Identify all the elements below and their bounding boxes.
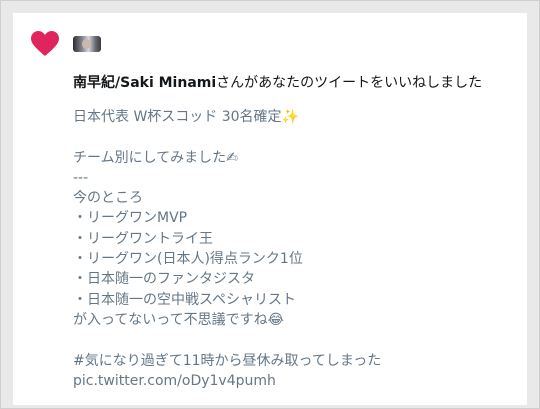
tweet-line-7: ・リーグワントライ王 (73, 230, 213, 247)
user-avatar[interactable] (73, 36, 101, 52)
avatar-face (82, 39, 91, 49)
notification-card[interactable]: 南早紀/Saki Minamiさんがあなたのツイートをいいねしました 日本代表 … (13, 13, 527, 405)
window-frame: 南早紀/Saki Minamiさんがあなたのツイートをいいねしました 日本代表 … (0, 0, 540, 409)
tweet-line-8: ・リーグワン(日本人)得点ランク1位 (73, 251, 303, 268)
action-text: さんがあなたのツイートをいいねしました (216, 75, 483, 91)
tweet-line-4: --- (73, 169, 89, 186)
tweet-line-5: 今のところ (73, 190, 143, 207)
notification-text: 南早紀/Saki Minamiさんがあなたのツイートをいいねしました (73, 73, 523, 93)
tweet-line-3: チーム別にしてみました✍ (73, 149, 238, 166)
tweet-line-9: ・日本随一のファンタジスタ (73, 271, 255, 288)
tweet-line-2 (73, 127, 523, 147)
tweet-line-1: 日本代表 W杯スコッド 30名確定✨ (73, 109, 299, 125)
tweet-line-11: が入ってないって不思議ですね😂 (73, 311, 284, 328)
tweet-line-10: ・日本随一の空中戦スペシャリスト (73, 291, 297, 308)
tweet-line-6: ・リーグワンMVP (73, 210, 188, 227)
tweet-line-12 (73, 330, 523, 350)
heart-icon (31, 31, 59, 56)
user-name-link[interactable]: 南早紀/Saki Minami (73, 75, 216, 91)
pic-link[interactable]: pic.twitter.com/oDy1v4pumh (73, 371, 523, 391)
tweet-text[interactable]: 日本代表 W杯スコッド 30名確定✨ チーム別にしてみました✍ --- 今のとこ… (73, 107, 523, 391)
hashtag-link[interactable]: #気になり過ぎて11時から昼休み取ってしまった (73, 351, 523, 371)
